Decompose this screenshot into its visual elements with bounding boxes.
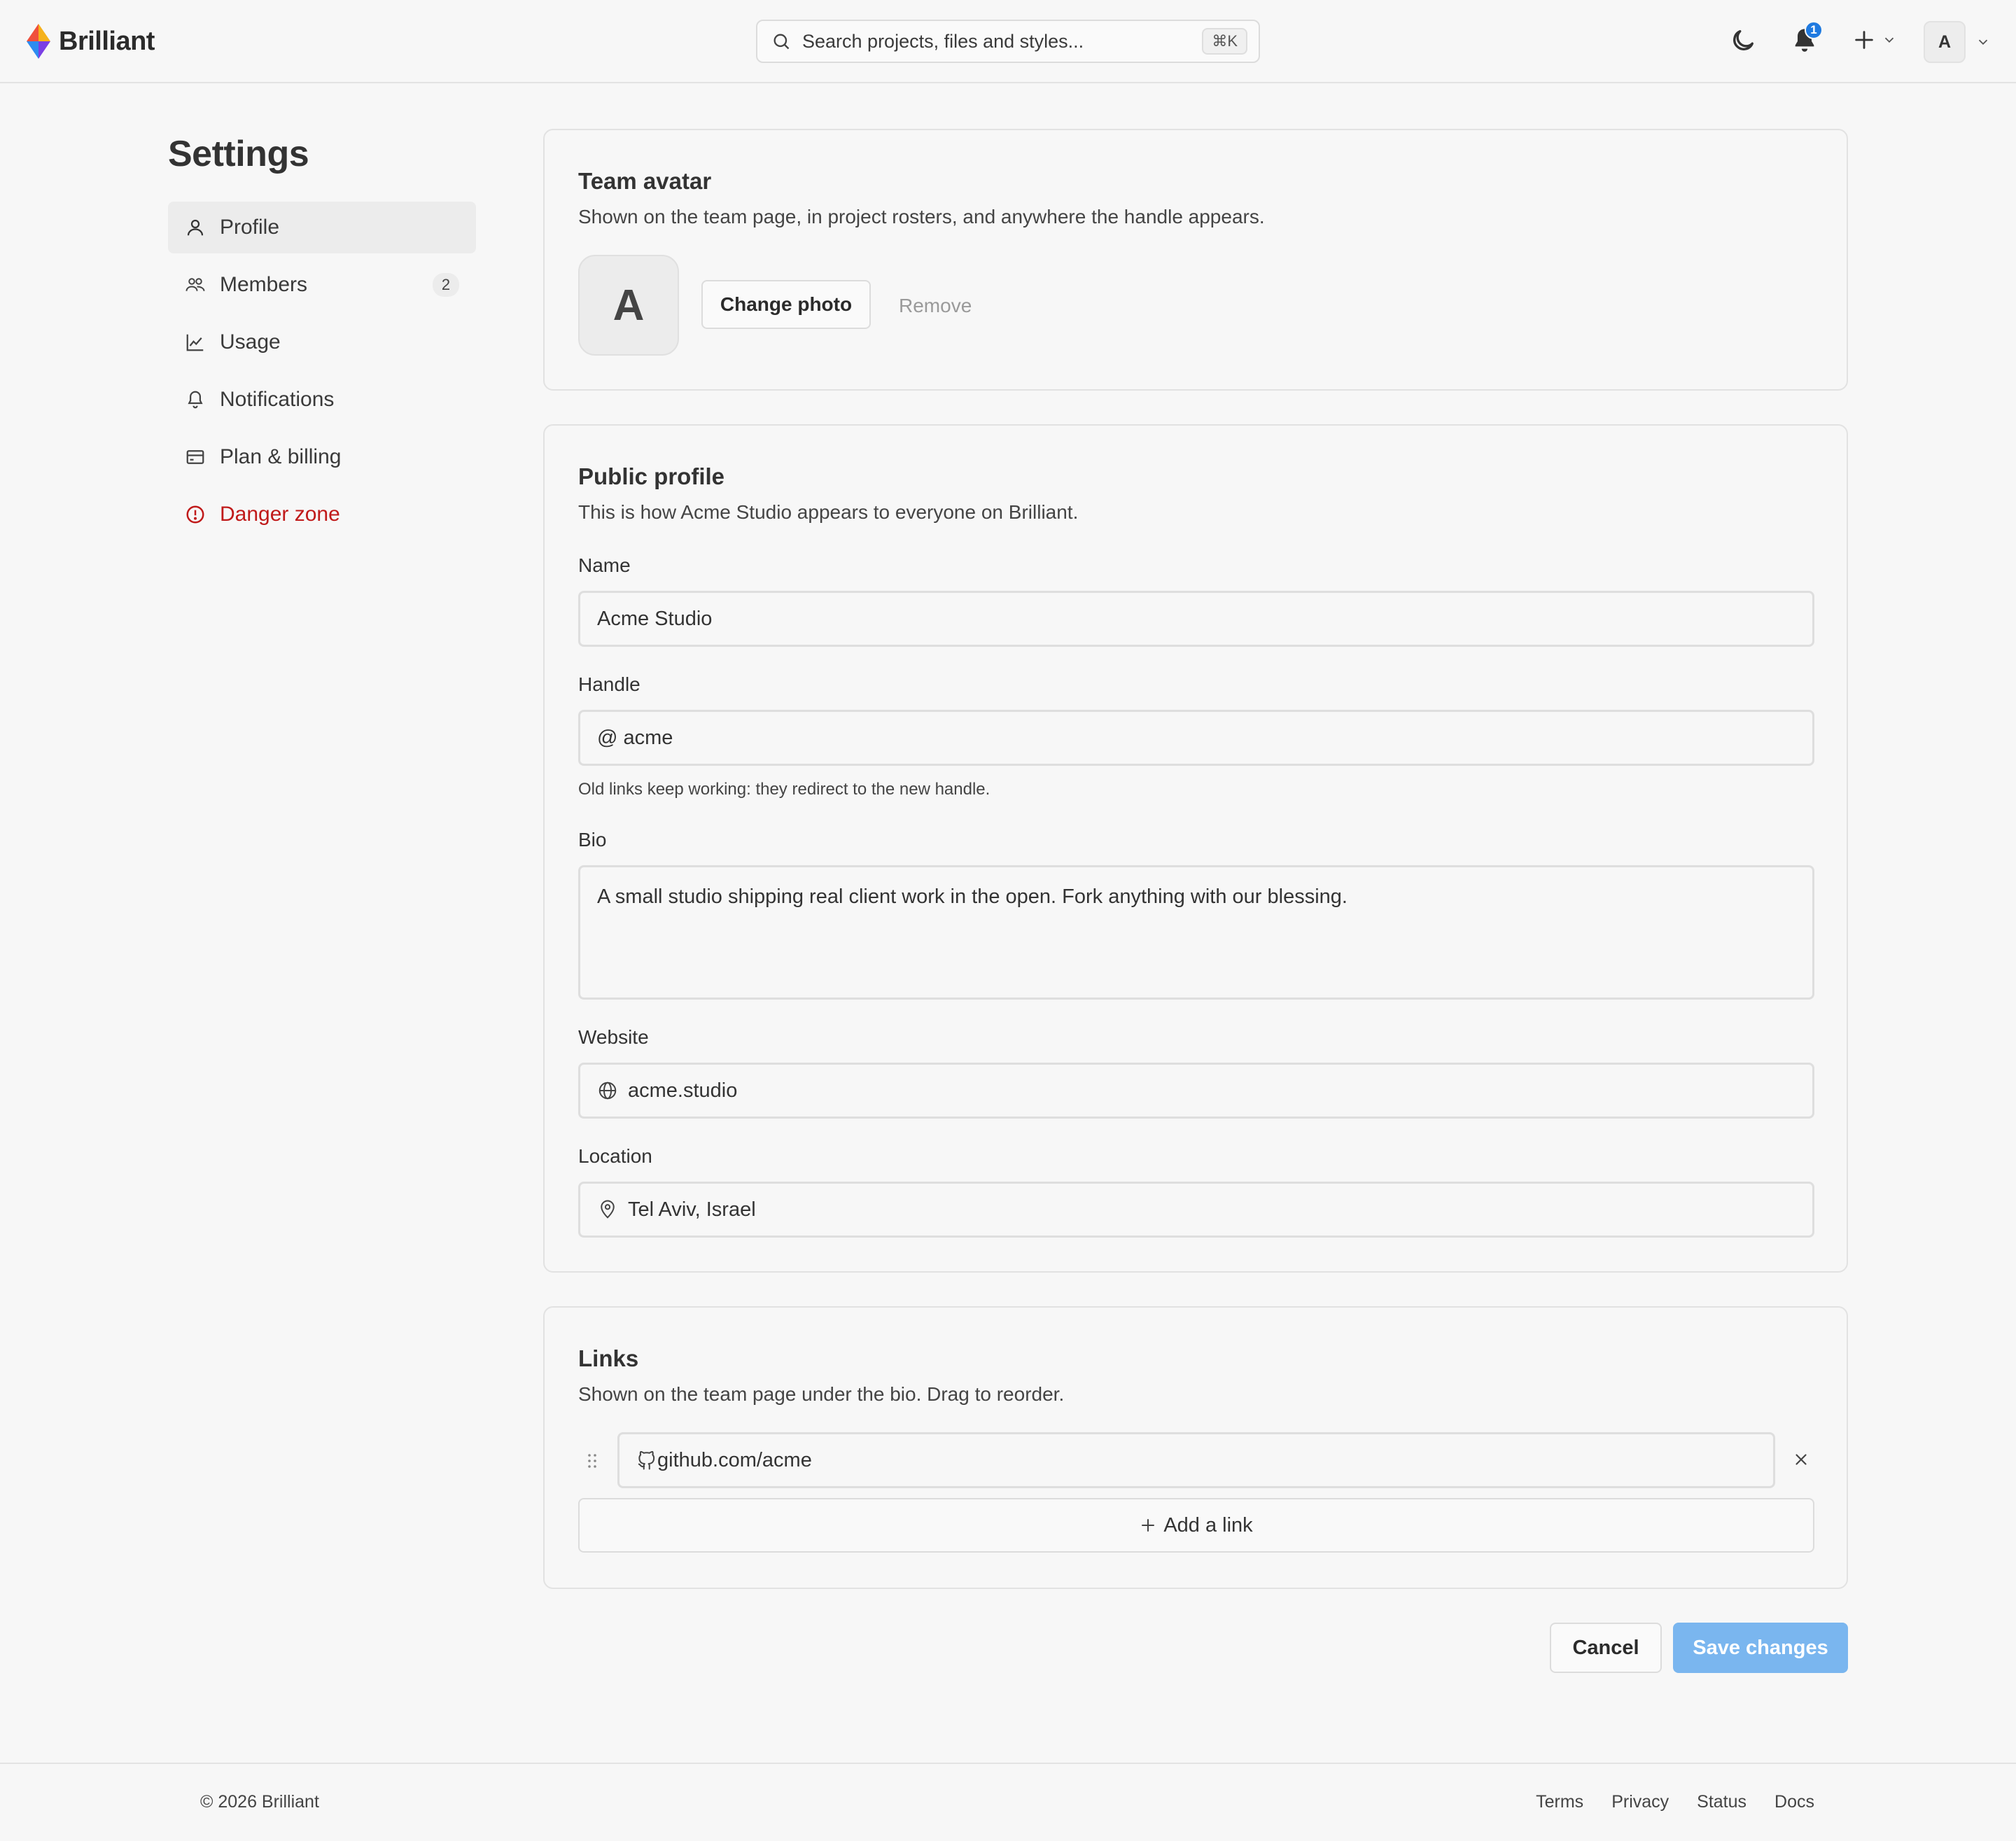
sidebar-item-profile[interactable]: Profile [168, 202, 476, 253]
moon-icon [1733, 30, 1754, 50]
card-subtitle: Shown on the team page under the bio. Dr… [578, 1383, 1065, 1405]
link-field[interactable]: github.com/acme [617, 1432, 1775, 1488]
website-label: Website [578, 1026, 649, 1048]
name-field[interactable]: Acme Studio [578, 591, 1814, 647]
drag-handle-icon[interactable] [587, 1453, 598, 1469]
search-shortcut: ⌘K [1202, 28, 1247, 55]
sidebar-item-danger-zone[interactable]: Danger zone [168, 489, 476, 540]
plus-icon [1855, 31, 1873, 49]
github-icon [636, 1450, 657, 1471]
location-label: Location [578, 1145, 652, 1167]
handle-field[interactable]: @ acme [578, 710, 1814, 766]
card-title: Links [578, 1345, 639, 1371]
public-profile-card: Public profile This is how Acme Studio a… [543, 424, 1848, 1273]
bio-label: Bio [578, 829, 607, 850]
handle-hint: Old links keep working: they redirect to… [578, 780, 990, 799]
close-icon [1795, 1454, 1807, 1465]
handle-label: Handle [578, 673, 640, 695]
avatar: A [1924, 21, 1966, 63]
create-menu-button[interactable] [1852, 28, 1897, 52]
card-title: Team avatar [578, 168, 712, 194]
handle-value: acme [623, 726, 673, 749]
credit-card-icon [185, 447, 206, 468]
name-value: Acme Studio [597, 607, 713, 630]
team-avatar-card: Team avatar Shown on the team page, in p… [543, 129, 1848, 391]
footer: © 2026 Brilliant Terms Privacy Status Do… [0, 1763, 2016, 1841]
team-avatar-preview: A [578, 255, 679, 356]
theme-toggle-button[interactable] [1729, 27, 1757, 55]
search-input[interactable]: Search projects, files and styles... [802, 31, 1202, 52]
bell-icon [185, 389, 206, 410]
save-changes-button[interactable]: Save changes [1673, 1623, 1848, 1673]
card-subtitle: This is how Acme Studio appears to every… [578, 501, 1079, 523]
members-count-badge: 2 [433, 273, 459, 297]
brand-name: Brilliant [59, 26, 155, 56]
settings-nav: Profile Members 2 Usage Notifications Pl… [168, 202, 476, 546]
footer-links: Terms Privacy Status Docs [1536, 1792, 1814, 1812]
cancel-button[interactable]: Cancel [1550, 1623, 1662, 1673]
website-field[interactable]: acme.studio [578, 1063, 1814, 1119]
chart-icon [185, 332, 206, 353]
globe-icon [597, 1080, 618, 1101]
search-icon [774, 34, 790, 50]
sidebar-item-label: Members [220, 273, 308, 296]
chevron-down-icon [1978, 39, 1988, 46]
link-value: github.com/acme [657, 1448, 812, 1471]
chevron-down-icon [1884, 37, 1894, 43]
copyright-text: © 2026 Brilliant [200, 1792, 319, 1812]
sidebar-item-label: Usage [220, 330, 281, 354]
card-title: Public profile [578, 463, 725, 489]
sidebar-item-label: Plan & billing [220, 445, 342, 468]
brilliant-logo-icon [27, 24, 50, 59]
sidebar-item-plan-billing[interactable]: Plan & billing [168, 431, 476, 483]
plus-icon [1142, 1519, 1155, 1532]
brand-logo[interactable]: Brilliant [27, 24, 155, 59]
sidebar-item-label: Profile [220, 216, 280, 239]
location-field[interactable]: Tel Aviv, Israel [578, 1182, 1814, 1238]
sidebar-item-usage[interactable]: Usage [168, 316, 476, 368]
top-bar: Brilliant Search projects, files and sty… [0, 0, 2016, 83]
add-link-button[interactable]: Add a link [578, 1498, 1814, 1553]
search-bar[interactable]: Search projects, files and styles... ⌘K [756, 20, 1260, 63]
add-link-label: Add a link [1163, 1513, 1253, 1536]
change-photo-button[interactable]: Change photo [701, 280, 871, 329]
remove-photo-button[interactable]: Remove [899, 295, 972, 317]
footer-link-terms[interactable]: Terms [1536, 1792, 1583, 1812]
location-value: Tel Aviv, Israel [628, 1198, 756, 1221]
remove-link-button[interactable] [1792, 1450, 1810, 1469]
sidebar-item-members[interactable]: Members 2 [168, 259, 476, 311]
user-menu-button[interactable]: A [1924, 21, 1991, 63]
bio-field[interactable]: A small studio shipping real client work… [578, 865, 1814, 1000]
footer-link-docs[interactable]: Docs [1774, 1792, 1814, 1812]
sidebar-item-label: Notifications [220, 388, 335, 411]
sidebar-item-label: Danger zone [220, 503, 340, 526]
alert-circle-icon [185, 504, 206, 525]
footer-link-privacy[interactable]: Privacy [1611, 1792, 1669, 1812]
name-label: Name [578, 554, 631, 576]
notification-badge: 1 [1805, 21, 1823, 39]
page-title: Settings [168, 134, 309, 174]
website-value: acme.studio [628, 1079, 738, 1102]
at-sign-prefix: @ [597, 726, 618, 749]
map-pin-icon [597, 1199, 618, 1220]
links-card: Links Shown on the team page under the b… [543, 1306, 1848, 1589]
card-subtitle: Shown on the team page, in project roste… [578, 206, 1265, 227]
users-icon [185, 274, 206, 295]
user-icon [185, 217, 206, 238]
sidebar-item-notifications[interactable]: Notifications [168, 374, 476, 426]
bio-value: A small studio shipping real client work… [597, 886, 1348, 908]
footer-link-status[interactable]: Status [1697, 1792, 1746, 1812]
